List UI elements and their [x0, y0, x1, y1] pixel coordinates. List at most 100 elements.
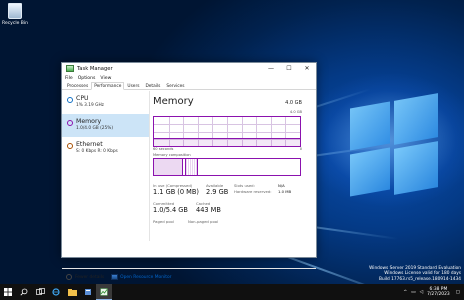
title-bar[interactable]: Task Manager — ☐ ✕ [62, 63, 316, 74]
sidebar-item-ethernet[interactable]: Ethernet S: 0 Kbps R: 0 Kbps [62, 137, 149, 160]
resource-monitor-icon [111, 274, 119, 280]
recycle-bin-icon [8, 3, 22, 19]
stat-label: Non-paged pool [188, 219, 219, 224]
stat-label: Paged pool [153, 219, 174, 224]
sidebar-item-detail: S: 0 Kbps R: 0 Kbps [76, 149, 118, 154]
kv-label: Hardware reserved: [234, 189, 272, 194]
kv-hardware-reserved: Hardware reserved: 1.0 MB [234, 189, 291, 194]
stat-value: 2.9 GB [206, 188, 229, 196]
taskbar-server-manager[interactable] [80, 284, 96, 300]
sidebar-item-label: Memory [76, 118, 102, 125]
folder-icon [67, 288, 77, 296]
sidebar-item-detail: 1.0/4.0 GB (25%) [76, 126, 114, 131]
stat-value: 1.1 GB (0 MB) [153, 188, 199, 196]
sidebar-item-label: Ethernet [76, 141, 103, 148]
clock[interactable]: 6:38 PM 7/27/2023 [427, 287, 450, 298]
sidebar-item-memory[interactable]: Memory 1.0/4.0 GB (25%) [62, 114, 149, 137]
memory-graph-icon [67, 120, 73, 126]
system-tray: ^ ▭ ◁ 6:38 PM 7/27/2023 ▢ [403, 284, 464, 300]
fewer-details-button[interactable]: Fewer details [75, 275, 104, 280]
memory-stats: In use (Compressed) 1.1 GB (0 MB) Availa… [153, 183, 302, 243]
logo-pane [350, 101, 390, 151]
recycle-bin-label: Recycle Bin [2, 21, 28, 26]
memory-composition-bar [153, 158, 301, 176]
recycle-bin-shortcut[interactable]: Recycle Bin [2, 3, 28, 26]
stat-non-paged-pool: Non-paged pool [188, 219, 218, 224]
cpu-graph-icon [67, 97, 73, 103]
search-button[interactable] [16, 284, 32, 300]
graph-axis: 60 seconds 0 [153, 147, 302, 152]
memory-title: Memory [153, 96, 194, 107]
sidebar-item-cpu[interactable]: CPU 1% 3.19 GHz [62, 91, 149, 114]
stat-value: 1.0/5.4 GB [153, 206, 188, 214]
task-manager-icon [100, 287, 108, 296]
axis-left-label: 60 seconds [153, 147, 174, 151]
taskbar: ^ ▭ ◁ 6:38 PM 7/27/2023 ▢ [0, 284, 464, 300]
logo-pane [394, 141, 438, 195]
tab-processes[interactable]: Processes [64, 82, 91, 89]
internet-explorer-icon [52, 288, 60, 296]
network-icon[interactable]: ▭ [411, 290, 415, 295]
task-view-button[interactable] [32, 284, 48, 300]
kv-label: Slots used: [234, 183, 255, 188]
maximize-button[interactable]: ☐ [280, 63, 298, 74]
memory-usage-max: 4.0 GB [289, 110, 302, 114]
task-manager-icon [66, 65, 74, 72]
volume-icon[interactable]: ◁ [420, 290, 424, 295]
task-view-icon [35, 288, 45, 295]
server-manager-icon [85, 289, 91, 295]
stat-in-use: In use (Compressed) 1.1 GB (0 MB) [153, 183, 199, 196]
taskbar-task-manager[interactable] [96, 284, 112, 300]
window-title: Task Manager [77, 65, 113, 72]
memory-total: 4.0 GB [285, 100, 302, 106]
tab-users[interactable]: Users [124, 82, 142, 89]
search-icon [20, 288, 28, 296]
resource-sidebar: CPU 1% 3.19 GHz Memory 1.0/4.0 GB (25%) … [62, 91, 150, 241]
footer-bar: Fewer details Open Resource Monitor [62, 268, 316, 285]
menu-options[interactable]: Options [78, 76, 96, 81]
close-button[interactable]: ✕ [298, 63, 316, 74]
composition-free [197, 159, 300, 175]
task-manager-window: Task Manager — ☐ ✕ File Options View Pro… [61, 62, 317, 280]
stat-committed: Committed 1.0/5.4 GB [153, 201, 188, 214]
sidebar-item-label: CPU [76, 95, 89, 102]
menu-file[interactable]: File [65, 76, 73, 81]
memory-usage-area [154, 137, 300, 146]
tab-performance[interactable]: Performance [91, 82, 125, 90]
logo-pane [394, 93, 438, 145]
tab-strip: Processes Performance Users Details Serv… [62, 82, 316, 90]
stat-cached: Cached 443 MB [196, 201, 221, 214]
tab-services[interactable]: Services [163, 82, 187, 89]
stat-available: Available 2.9 GB [206, 183, 228, 196]
chevron-up-icon[interactable] [66, 274, 72, 280]
composition-in-use [154, 159, 184, 175]
axis-right-label: 0 [299, 147, 302, 151]
menu-bar: File Options View [62, 74, 316, 82]
memory-usage-graph [153, 116, 301, 147]
taskbar-file-explorer[interactable] [64, 284, 80, 300]
open-resource-monitor-link[interactable]: Open Resource Monitor [120, 275, 171, 280]
windows-watermark: Windows Server 2019 Standard Evaluation … [369, 266, 461, 282]
logo-pane [350, 147, 390, 197]
notifications-icon[interactable]: ▢ [456, 290, 460, 295]
kv-slots-used: Slots used: N/A [234, 183, 285, 188]
memory-detail-pane: Memory 4.0 GB Memory usage 4.0 GB [153, 96, 302, 243]
stat-value: 443 MB [196, 206, 221, 214]
kv-value: N/A [278, 183, 285, 188]
menu-view[interactable]: View [100, 76, 111, 81]
tray-chevron-icon[interactable]: ^ [403, 290, 407, 295]
memory-composition-label: Memory composition [153, 153, 191, 157]
performance-panel: CPU 1% 3.19 GHz Memory 1.0/4.0 GB (25%) … [62, 91, 316, 280]
stat-paged-pool: Paged pool [153, 219, 174, 224]
kv-value: 1.0 MB [278, 189, 292, 194]
watermark-line: Build 17763.rs5_release.180914-1434 [379, 276, 461, 282]
clock-date: 7/27/2023 [427, 292, 450, 297]
start-button[interactable] [0, 284, 16, 300]
windows-logo-icon [4, 288, 12, 296]
windows-logo-wallpaper [350, 93, 440, 205]
sidebar-item-detail: 1% 3.19 GHz [76, 103, 104, 108]
ethernet-graph-icon [67, 143, 73, 149]
taskbar-ie[interactable] [48, 284, 64, 300]
minimize-button[interactable]: — [262, 63, 280, 74]
tab-details[interactable]: Details [142, 82, 163, 89]
